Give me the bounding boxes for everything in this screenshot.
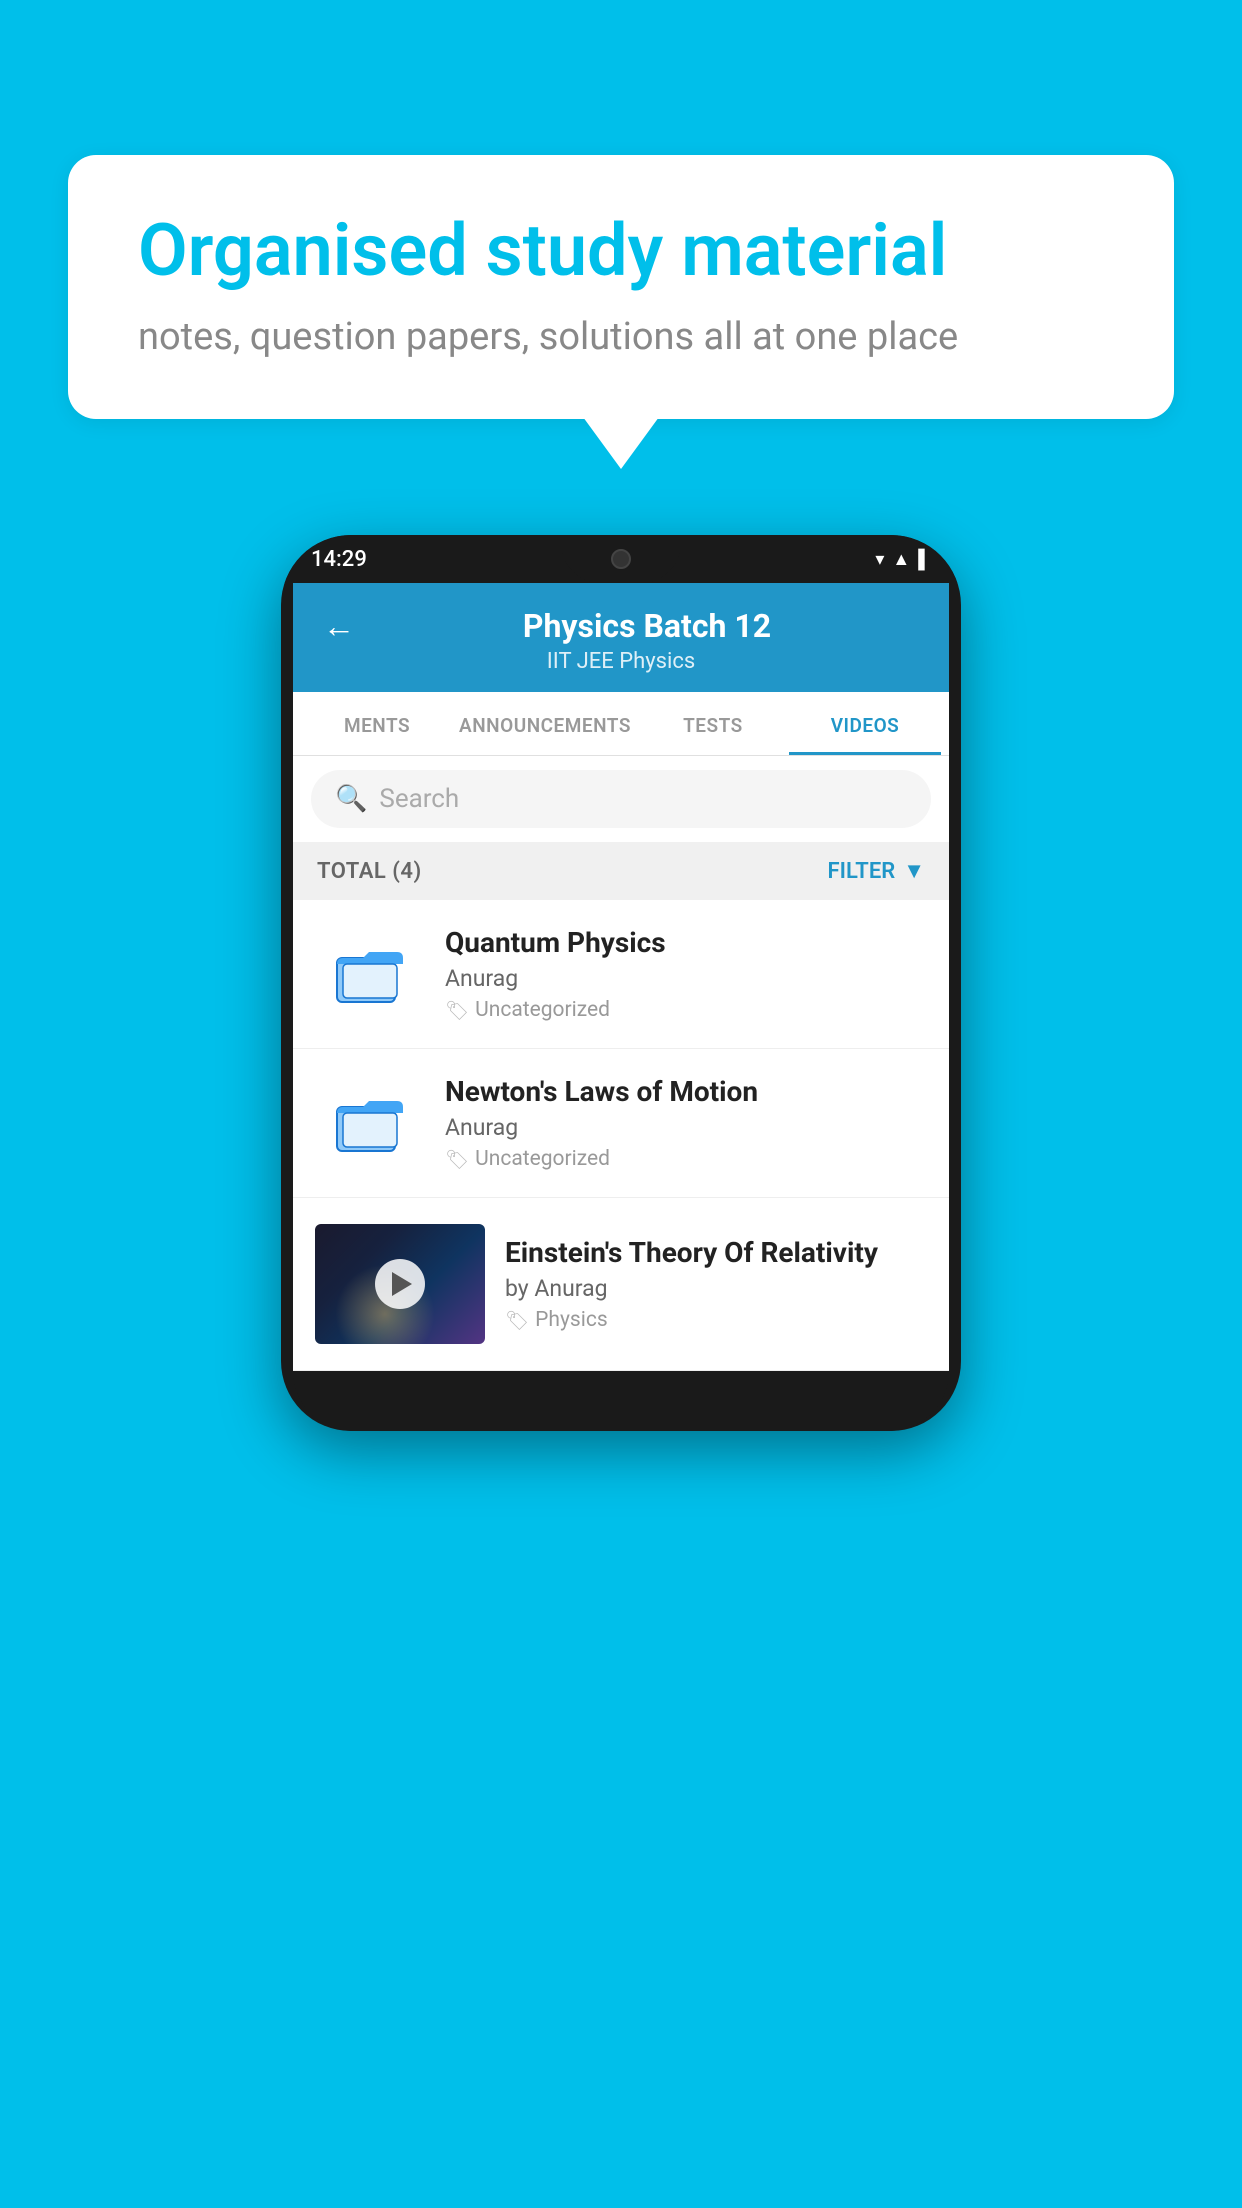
filter-label: FILTER xyxy=(828,859,896,884)
tag-label: Uncategorized xyxy=(475,998,610,1022)
tab-ments[interactable]: MENTS xyxy=(301,692,453,755)
filter-icon: ▼ xyxy=(903,858,925,884)
tab-announcements[interactable]: ANNOUNCEMENTS xyxy=(453,692,637,755)
status-time: 14:29 xyxy=(311,547,367,572)
list-item[interactable]: Newton's Laws of Motion Anurag 🏷 Uncateg… xyxy=(293,1049,949,1198)
tag-icon: 🏷 xyxy=(505,1309,529,1332)
search-bar[interactable]: 🔍 Search xyxy=(311,770,931,828)
page-subtitle: IIT JEE Physics xyxy=(323,649,919,674)
list-item[interactable]: Quantum Physics Anurag 🏷 Uncategorized xyxy=(293,900,949,1049)
status-bar: 14:29 ▾ ▲ ▌ xyxy=(281,535,961,583)
battery-icon: ▌ xyxy=(918,549,931,570)
list-item[interactable]: Einstein's Theory Of Relativity by Anura… xyxy=(293,1198,949,1371)
search-input[interactable]: Search xyxy=(379,784,459,814)
video-info: Quantum Physics Anurag 🏷 Uncategorized xyxy=(445,926,927,1022)
wifi-icon: ▾ xyxy=(875,549,884,570)
speech-bubble-card: Organised study material notes, question… xyxy=(68,155,1174,419)
tag-label: Uncategorized xyxy=(475,1147,610,1171)
tab-tests[interactable]: TESTS xyxy=(637,692,789,755)
tag-icon: 🏷 xyxy=(445,999,469,1022)
speech-bubble-title: Organised study material xyxy=(138,210,1104,293)
speech-bubble-arrow xyxy=(583,417,659,469)
total-count: TOTAL (4) xyxy=(317,859,422,884)
video-list: Quantum Physics Anurag 🏷 Uncategorized xyxy=(293,900,949,1371)
video-title: Quantum Physics xyxy=(445,926,927,959)
video-tag: 🏷 Uncategorized xyxy=(445,1147,927,1171)
filter-button[interactable]: FILTER ▼ xyxy=(828,858,925,884)
app-header: ← Physics Batch 12 IIT JEE Physics xyxy=(293,583,949,692)
video-author: Anurag xyxy=(445,1114,927,1141)
status-icons: ▾ ▲ ▌ xyxy=(875,549,931,570)
phone-screen: ← Physics Batch 12 IIT JEE Physics MENTS… xyxy=(293,583,949,1371)
folder-icon xyxy=(335,939,405,1009)
phone-bottom-bar xyxy=(293,1371,949,1431)
phone-wrapper: 14:29 ▾ ▲ ▌ ← Physics Batch 12 IIT JEE P… xyxy=(68,535,1174,1431)
page-title: Physics Batch 12 xyxy=(375,607,919,645)
folder-icon xyxy=(335,1088,405,1158)
video-author: by Anurag xyxy=(505,1275,927,1302)
speech-bubble-section: Organised study material notes, question… xyxy=(68,155,1174,469)
search-icon: 🔍 xyxy=(335,784,367,814)
phone-camera xyxy=(611,549,631,569)
folder-icon-container xyxy=(315,934,425,1014)
tag-label: Physics xyxy=(535,1308,608,1332)
tag-icon: 🏷 xyxy=(445,1148,469,1171)
video-title: Einstein's Theory Of Relativity xyxy=(505,1236,927,1269)
phone-mockup: 14:29 ▾ ▲ ▌ ← Physics Batch 12 IIT JEE P… xyxy=(281,535,961,1431)
video-author: Anurag xyxy=(445,965,927,992)
tabs-bar: MENTS ANNOUNCEMENTS TESTS VIDEOS xyxy=(293,692,949,756)
play-icon xyxy=(392,1272,412,1296)
video-tag: 🏷 Physics xyxy=(505,1308,927,1332)
video-info: Einstein's Theory Of Relativity by Anura… xyxy=(505,1236,927,1332)
video-info: Newton's Laws of Motion Anurag 🏷 Uncateg… xyxy=(445,1075,927,1171)
speech-bubble-subtitle: notes, question papers, solutions all at… xyxy=(138,315,1104,359)
back-button[interactable]: ← xyxy=(323,607,355,645)
video-title: Newton's Laws of Motion xyxy=(445,1075,927,1108)
filter-bar: TOTAL (4) FILTER ▼ xyxy=(293,842,949,900)
tab-videos[interactable]: VIDEOS xyxy=(789,692,941,755)
video-tag: 🏷 Uncategorized xyxy=(445,998,927,1022)
video-thumbnail xyxy=(315,1224,485,1344)
phone-notch xyxy=(561,535,681,583)
search-bar-container: 🔍 Search xyxy=(293,756,949,842)
signal-icon: ▲ xyxy=(892,549,910,570)
play-button[interactable] xyxy=(375,1259,425,1309)
folder-icon-container xyxy=(315,1083,425,1163)
